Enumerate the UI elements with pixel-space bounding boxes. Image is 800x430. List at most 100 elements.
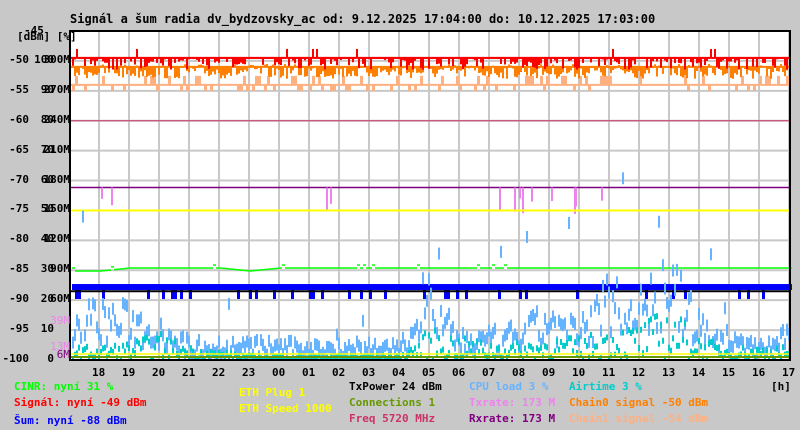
data-mark (102, 75, 105, 85)
data-mark (676, 66, 678, 76)
data-mark (734, 331, 736, 344)
data-mark (363, 284, 366, 291)
data-mark (720, 284, 723, 291)
data-mark (674, 283, 676, 296)
data-mark (232, 335, 234, 348)
data-mark (312, 75, 315, 85)
data-mark (268, 66, 270, 77)
data-mark (756, 267, 759, 269)
data-mark (228, 268, 231, 270)
data-mark (310, 341, 312, 354)
data-mark (574, 339, 576, 346)
data-mark (682, 336, 684, 343)
data-mark (549, 284, 552, 291)
data-mark (642, 66, 644, 79)
data-mark (342, 75, 345, 85)
data-mark (412, 57, 414, 70)
data-mark (428, 332, 430, 339)
data-mark (704, 344, 706, 351)
data-mark (554, 66, 556, 75)
data-mark (381, 267, 384, 269)
data-mark (450, 324, 452, 337)
data-mark (216, 267, 219, 269)
data-mark (470, 333, 472, 346)
data-mark (459, 267, 462, 269)
data-mark (195, 284, 198, 291)
data-mark (363, 264, 366, 266)
data-mark (176, 66, 178, 77)
y-tick-label: 120M (43, 232, 71, 246)
data-mark (390, 57, 392, 69)
data-mark (628, 327, 630, 334)
x-tick-label: 12 (632, 366, 646, 379)
data-mark (96, 284, 99, 291)
legend-cpu: CPU load 3 % (469, 380, 549, 393)
legend-txrate: Txrate: 173 M (469, 396, 556, 409)
data-mark (728, 339, 730, 352)
data-mark (123, 84, 126, 91)
txrate-dip (514, 187, 516, 212)
data-mark (656, 322, 658, 335)
data-mark (729, 284, 732, 291)
data-mark (386, 338, 388, 351)
data-mark (694, 66, 696, 79)
data-mark (645, 267, 648, 269)
data-mark (624, 312, 626, 325)
data-mark (344, 341, 346, 354)
data-mark (741, 75, 744, 85)
data-mark (576, 267, 579, 269)
data-mark (636, 267, 639, 269)
data-mark (604, 337, 606, 344)
data-mark (502, 66, 504, 79)
data-mark (602, 337, 604, 344)
data-mark (546, 344, 548, 351)
data-mark (588, 267, 591, 269)
data-mark (126, 267, 129, 270)
data-mark (342, 284, 345, 291)
data-mark (154, 344, 156, 351)
data-mark (681, 284, 684, 291)
data-mark (426, 294, 428, 307)
data-mark (252, 284, 255, 291)
data-mark (420, 75, 423, 85)
data-mark (84, 270, 87, 272)
data-mark (585, 284, 588, 291)
data-mark (608, 286, 610, 299)
data-mark (684, 57, 686, 70)
data-mark (368, 66, 370, 77)
data-mark (561, 267, 564, 269)
data-mark (123, 267, 126, 270)
data-mark (159, 284, 162, 291)
data-mark (201, 267, 204, 269)
data-mark (318, 340, 320, 353)
data-mark (672, 335, 674, 342)
data-mark (528, 75, 531, 85)
data-mark (456, 267, 459, 269)
data-mark (102, 345, 104, 352)
data-mark (708, 84, 711, 91)
data-mark (282, 264, 285, 266)
data-mark (710, 339, 712, 346)
data-mark (286, 48, 288, 58)
data-mark (294, 284, 297, 291)
data-mark (735, 84, 738, 91)
data-mark (156, 335, 158, 342)
data-mark (621, 267, 624, 269)
data-mark (102, 269, 105, 272)
data-mark (574, 57, 576, 68)
data-mark (460, 342, 462, 355)
data-mark (660, 284, 663, 291)
data-mark (588, 284, 591, 291)
legend-eth-plug: ETH Plug 1 (239, 386, 306, 399)
data-mark (669, 267, 672, 269)
data-mark (148, 338, 150, 345)
data-mark (754, 337, 756, 350)
data-mark (243, 284, 246, 291)
data-mark (732, 267, 735, 269)
data-mark (315, 267, 318, 269)
txrate-dip (111, 187, 113, 206)
data-mark (372, 84, 375, 91)
x-tick-label: 22 (212, 366, 226, 379)
legend-cinr: CINR: nyní 31 % (14, 380, 114, 393)
data-mark (440, 305, 442, 318)
